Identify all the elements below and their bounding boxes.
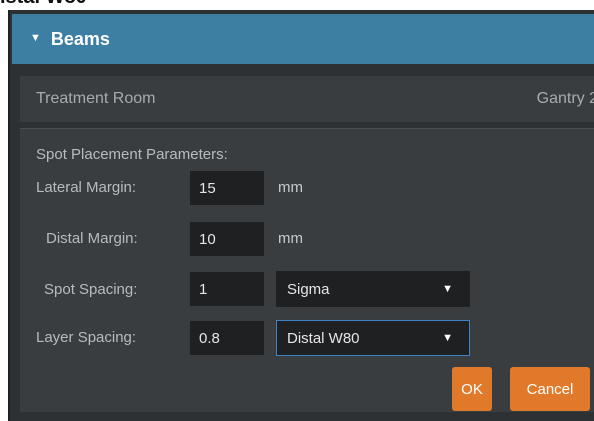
treatment-room-row: Treatment Room Gantry 2 xyxy=(20,76,594,122)
distal-margin-unit: mm xyxy=(278,230,303,247)
layer-spacing-unit-value: Distal W80 xyxy=(287,329,360,347)
params-title: Spot Placement Parameters: xyxy=(36,146,228,163)
spot-spacing-label: Spot Spacing: xyxy=(44,281,138,298)
layer-spacing-unit-select[interactable]: Distal W80 ▼ xyxy=(276,320,470,356)
treatment-room-label: Treatment Room xyxy=(36,90,156,107)
lateral-margin-label: Lateral Margin: xyxy=(36,179,137,196)
spot-spacing-input[interactable]: 1 xyxy=(190,272,264,306)
layer-spacing-input[interactable]: 0.8 xyxy=(190,321,264,355)
distal-margin-input[interactable]: 10 xyxy=(190,222,264,256)
collapse-triangle-icon[interactable]: ▼ xyxy=(30,32,41,44)
distal-margin-label: Distal Margin: xyxy=(46,230,138,247)
chevron-down-icon: ▼ xyxy=(442,332,453,344)
spot-spacing-unit-select[interactable]: Sigma ▼ xyxy=(276,271,470,307)
panel-title: Beams xyxy=(50,28,110,49)
cropped-label-fragment: istal W80 xyxy=(0,0,87,8)
layer-spacing-label: Layer Spacing: xyxy=(36,329,137,346)
cancel-button[interactable]: Cancel xyxy=(510,367,590,411)
ok-button[interactable]: OK xyxy=(452,367,492,411)
spot-placement-parameters: Spot Placement Parameters: Lateral Margi… xyxy=(20,128,594,412)
lateral-margin-unit: mm xyxy=(278,179,303,196)
beams-panel-header[interactable]: ▼ Beams xyxy=(12,14,594,64)
beams-panel: ▼ Beams Treatment Room Gantry 2 Spot Pla… xyxy=(8,10,594,421)
chevron-down-icon: ▼ xyxy=(442,283,453,295)
spot-spacing-unit-value: Sigma xyxy=(287,280,330,298)
lateral-margin-input[interactable]: 15 xyxy=(190,171,264,205)
treatment-room-value: Gantry 2 xyxy=(536,90,594,107)
